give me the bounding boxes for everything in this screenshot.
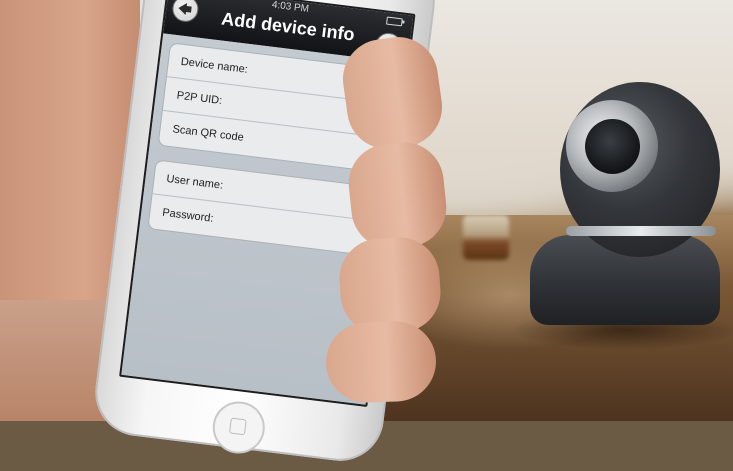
camera-chrome-band [566, 226, 716, 236]
password-label: Password: [161, 206, 215, 225]
device-name-label: Device name: [180, 55, 249, 76]
home-square-icon [228, 417, 247, 436]
camera-lens [585, 119, 640, 174]
blurred-jar [463, 215, 509, 260]
p2p-uid-label: P2P UID: [176, 89, 223, 107]
finger-little [324, 320, 438, 404]
battery-icon [385, 16, 403, 27]
user-name-label: User name: [165, 172, 224, 192]
credentials-group: User name: Password: [147, 159, 385, 257]
scan-qr-code-label: Scan QR code [171, 123, 245, 144]
